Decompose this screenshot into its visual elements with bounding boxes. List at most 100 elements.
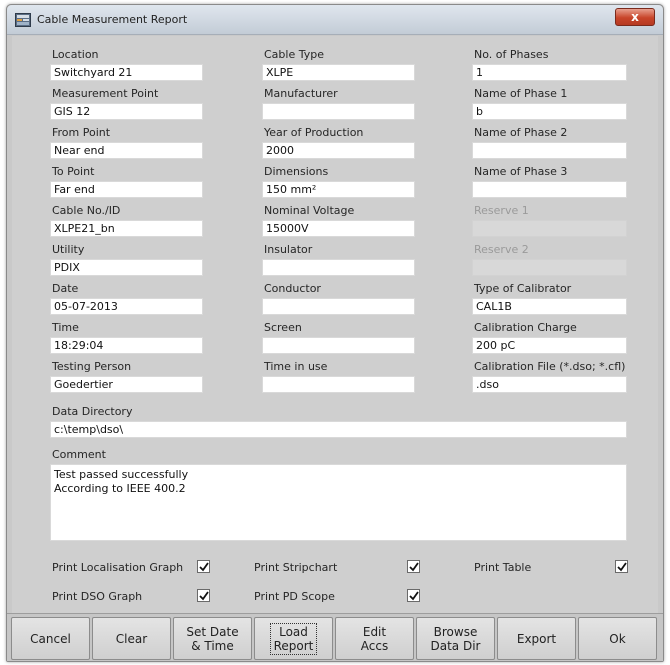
type-of-calibrator-label: Type of Calibrator [474, 282, 572, 295]
time-label: Time [52, 321, 79, 334]
year-of-production-label: Year of Production [264, 126, 364, 139]
comment-label: Comment [52, 448, 106, 461]
load-report-button[interactable]: Load Report [254, 617, 333, 660]
reserve-1-input [472, 220, 627, 237]
ok-button[interactable]: Ok [578, 617, 657, 660]
insulator-input[interactable] [262, 259, 415, 276]
app-icon [15, 13, 31, 27]
utility-label: Utility [52, 243, 85, 256]
print-pd-scope-label: Print PD Scope [254, 590, 335, 603]
name-phase-2-label: Name of Phase 2 [474, 126, 568, 139]
title-bar[interactable]: Cable Measurement Report x [7, 5, 663, 35]
name-phase-2-input[interactable] [472, 142, 627, 159]
name-phase-3-label: Name of Phase 3 [474, 165, 568, 178]
data-directory-input[interactable]: c:\temp\dso\ [50, 421, 627, 438]
name-phase-1-input[interactable]: b [472, 103, 627, 120]
to-point-label: To Point [52, 165, 95, 178]
reserve-1-label: Reserve 1 [474, 204, 529, 217]
report-window: Cable Measurement Report x Location Swit… [6, 4, 664, 662]
button-bar: Cancel Clear Set Date & Time Load Report… [7, 613, 663, 661]
conductor-input[interactable] [262, 298, 415, 315]
dimensions-input[interactable]: 150 mm² [262, 181, 415, 198]
reserve-2-label: Reserve 2 [474, 243, 529, 256]
from-point-label: From Point [52, 126, 111, 139]
year-of-production-input[interactable]: 2000 [262, 142, 415, 159]
print-pd-scope-option[interactable]: Print PD Scope [254, 589, 424, 604]
screen-label: Screen [264, 321, 302, 334]
print-stripchart-checkbox[interactable] [407, 560, 420, 573]
data-directory-label: Data Directory [52, 405, 133, 418]
print-table-option[interactable]: Print Table [474, 560, 634, 575]
close-icon: x [631, 10, 639, 24]
checkmark-icon [199, 562, 209, 572]
measurement-point-input[interactable]: GIS 12 [50, 103, 203, 120]
type-of-calibrator-input[interactable]: CAL1B [472, 298, 627, 315]
clear-button-label: Clear [115, 631, 148, 646]
time-in-use-label: Time in use [264, 360, 328, 373]
measurement-point-label: Measurement Point [52, 87, 159, 100]
checkmark-icon [409, 591, 419, 601]
comment-textarea[interactable]: Test passed successfully According to IE… [50, 464, 627, 541]
print-localisation-graph-checkbox[interactable] [197, 560, 210, 573]
dimensions-label: Dimensions [264, 165, 329, 178]
cancel-button-label: Cancel [30, 631, 71, 646]
manufacturer-input[interactable] [262, 103, 415, 120]
edit-accs-button-label: Edit Accs [360, 624, 389, 653]
edit-accs-button[interactable]: Edit Accs [335, 617, 414, 660]
print-dso-graph-checkbox[interactable] [197, 589, 210, 602]
print-stripchart-label: Print Stripchart [254, 561, 338, 574]
checkmark-icon [199, 591, 209, 601]
browse-data-dir-button-label: Browse Data Dir [430, 624, 481, 653]
load-report-button-label: Load Report [269, 622, 318, 655]
set-date-time-button[interactable]: Set Date & Time [173, 617, 252, 660]
export-button[interactable]: Export [497, 617, 576, 660]
location-input[interactable]: Switchyard 21 [50, 64, 203, 81]
calibration-charge-label: Calibration Charge [474, 321, 577, 334]
nominal-voltage-input[interactable]: 15000V [262, 220, 415, 237]
ok-button-label: Ok [609, 631, 626, 646]
cancel-button[interactable]: Cancel [11, 617, 90, 660]
print-localisation-graph-option[interactable]: Print Localisation Graph [52, 560, 212, 575]
calibration-file-label: Calibration File (*.dso; *.cfl) [474, 360, 626, 373]
conductor-label: Conductor [264, 282, 321, 295]
no-of-phases-label: No. of Phases [474, 48, 549, 61]
location-label: Location [52, 48, 99, 61]
to-point-input[interactable]: Far end [50, 181, 203, 198]
no-of-phases-input[interactable]: 1 [472, 64, 627, 81]
from-point-input[interactable]: Near end [50, 142, 203, 159]
print-localisation-graph-label: Print Localisation Graph [52, 561, 184, 574]
cable-type-input[interactable]: XLPE [262, 64, 415, 81]
time-in-use-input[interactable] [262, 376, 415, 393]
clear-button[interactable]: Clear [92, 617, 171, 660]
reserve-2-input [472, 259, 627, 276]
time-input[interactable]: 18:29:04 [50, 337, 203, 354]
cable-no-label: Cable No./ID [52, 204, 121, 217]
nominal-voltage-label: Nominal Voltage [264, 204, 355, 217]
insulator-label: Insulator [264, 243, 313, 256]
print-stripchart-option[interactable]: Print Stripchart [254, 560, 424, 575]
screen-input[interactable] [262, 337, 415, 354]
date-label: Date [52, 282, 79, 295]
calibration-file-input[interactable]: .dso [472, 376, 627, 393]
print-table-label: Print Table [474, 561, 532, 574]
close-button[interactable]: x [615, 8, 655, 26]
print-table-checkbox[interactable] [615, 560, 628, 573]
set-date-time-button-label: Set Date & Time [186, 624, 239, 653]
manufacturer-label: Manufacturer [264, 87, 338, 100]
testing-person-input[interactable]: Goedertier [50, 376, 203, 393]
form-area: Location Switchyard 21 Measurement Point… [12, 36, 658, 613]
cable-no-input[interactable]: XLPE21_bn [50, 220, 203, 237]
date-input[interactable]: 05-07-2013 [50, 298, 203, 315]
utility-input[interactable]: PDIX [50, 259, 203, 276]
comment-line: Test passed successfully [54, 468, 189, 481]
calibration-charge-input[interactable]: 200 pC [472, 337, 627, 354]
print-pd-scope-checkbox[interactable] [407, 589, 420, 602]
browse-data-dir-button[interactable]: Browse Data Dir [416, 617, 495, 660]
name-phase-3-input[interactable] [472, 181, 627, 198]
checkmark-icon [617, 562, 627, 572]
export-button-label: Export [516, 631, 557, 646]
cable-type-label: Cable Type [264, 48, 324, 61]
checkmark-icon [409, 562, 419, 572]
name-phase-1-label: Name of Phase 1 [474, 87, 568, 100]
print-dso-graph-option[interactable]: Print DSO Graph [52, 589, 212, 604]
